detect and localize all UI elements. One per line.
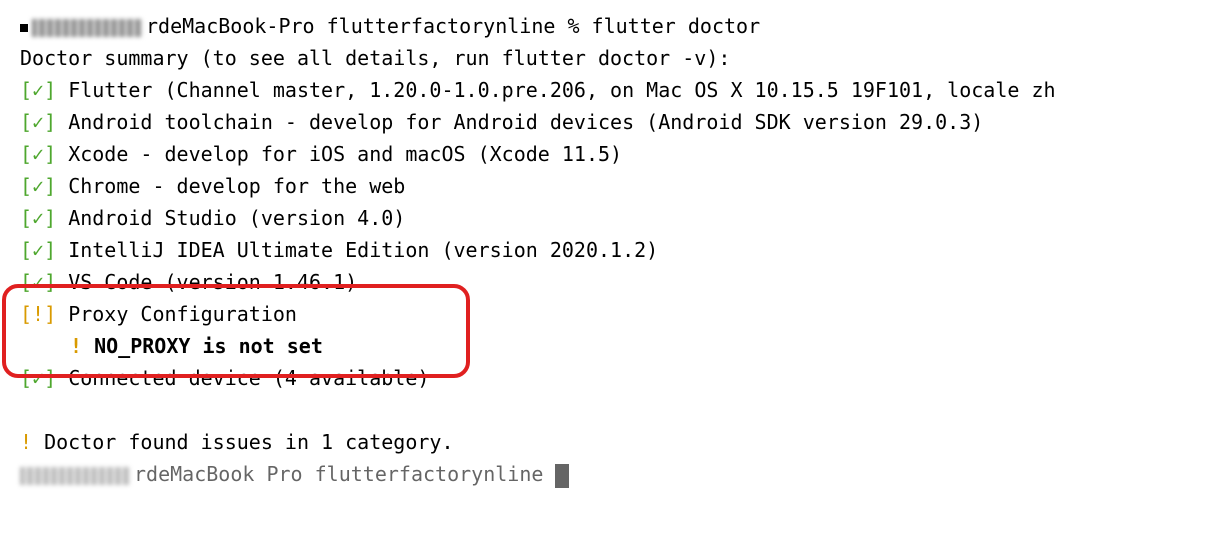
footer-line: ! Doctor found issues in 1 category. [20,426,1202,458]
check-icon: ✓ [32,78,44,102]
dot [20,24,28,32]
bracket-close: ] [44,366,56,390]
check-text: Xcode - develop for iOS and macOS (Xcode… [68,142,622,166]
sub-marker: ! [70,334,82,358]
bracket-close: ] [44,174,56,198]
check-icon: ✓ [32,174,44,198]
bracket-close: ] [44,302,56,326]
terminal-output: rdeMacBook-Pro flutterfactorynline % flu… [20,10,1202,490]
footer-marker: ! [20,430,32,454]
bracket-close: ] [44,238,56,262]
bracket-open: [ [20,270,32,294]
bracket-open: [ [20,206,32,230]
dir: flutterfactorynline [327,14,556,38]
check-row: [✓] Android Studio (version 4.0) [20,202,1202,234]
blank-line [20,394,1202,426]
check-icon: ✓ [32,238,44,262]
bracket-open: [ [20,110,32,134]
bracket-open: [ [20,366,32,390]
check-row: [✓] Chrome - develop for the web [20,170,1202,202]
bracket-open: [ [20,142,32,166]
check-icon: ✓ [32,206,44,230]
check-text: Android Studio (version 4.0) [68,206,405,230]
check-row: [✓] VS Code (version 1.46.1) [20,266,1202,298]
blurred-hostname-2 [20,467,130,485]
bracket-close: ] [44,110,56,134]
check-text: Chrome - develop for the web [68,174,405,198]
check-icon: ✓ [32,110,44,134]
check-row: [✓] Flutter (Channel master, 1.20.0-1.0.… [20,74,1202,106]
check-text: IntelliJ IDEA Ultimate Edition (version … [68,238,658,262]
check-row: [✓] IntelliJ IDEA Ultimate Edition (vers… [20,234,1202,266]
check-text: Flutter (Channel master, 1.20.0-1.0.pre.… [68,78,1055,102]
bracket-close: ] [44,78,56,102]
check-text: VS Code (version 1.46.1) [68,270,357,294]
bracket-open: [ [20,78,32,102]
trailing-partial-line: rdeMacBook Pro flutterfactorynline [20,458,1202,490]
bracket-open: [ [20,238,32,262]
host-suffix: rdeMacBook-Pro [146,14,315,38]
prompt-line: rdeMacBook-Pro flutterfactorynline % flu… [20,10,1202,42]
prompt-symbol: % [567,14,579,38]
warn-icon: ! [32,302,44,326]
sub-text: NO_PROXY is not set [94,334,323,358]
bracket-open: [ [20,174,32,198]
check-sub-row: ! NO_PROXY is not set [20,330,1202,362]
blurred-hostname [32,19,142,37]
check-icon: ✓ [32,270,44,294]
check-text: Connected device (4 available) [68,366,429,390]
cursor [555,464,569,488]
bracket-close: ] [44,206,56,230]
check-text: Android toolchain - develop for Android … [68,110,983,134]
check-icon: ✓ [32,366,44,390]
command: flutter doctor [592,14,761,38]
trailing-partial: rdeMacBook Pro flutterfactorynline [134,462,543,486]
check-row: [✓] Xcode - develop for iOS and macOS (X… [20,138,1202,170]
footer-text: Doctor found issues in 1 category. [44,430,453,454]
check-row: [!] Proxy Configuration [20,298,1202,330]
bracket-open: [ [20,302,32,326]
bracket-close: ] [44,142,56,166]
check-row: [✓] Connected device (4 available) [20,362,1202,394]
checks-list: [✓] Flutter (Channel master, 1.20.0-1.0.… [20,74,1202,394]
check-icon: ✓ [32,142,44,166]
check-text: Proxy Configuration [68,302,297,326]
check-row: [✓] Android toolchain - develop for Andr… [20,106,1202,138]
bracket-close: ] [44,270,56,294]
summary-line: Doctor summary (to see all details, run … [20,42,1202,74]
